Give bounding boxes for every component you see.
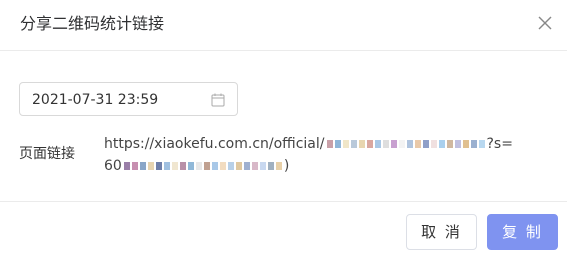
page-link-text[interactable]: https://xiaokefu.com.cn/official/ ?s= 60… (104, 133, 554, 177)
link-line1-prefix: https://xiaokefu.com.cn/official/ (104, 136, 325, 152)
calendar-icon (211, 92, 225, 107)
footer-divider (0, 201, 567, 202)
redacted-link-part (123, 160, 284, 172)
dialog-title: 分享二维码统计链接 (20, 14, 165, 33)
dialog-header: 分享二维码统计链接 (0, 0, 567, 51)
page-link-label: 页面链接 (19, 146, 75, 162)
copy-button[interactable]: 复 制 (487, 214, 558, 250)
link-line2-suffix: ) (283, 158, 290, 174)
close-icon[interactable] (536, 14, 554, 32)
link-line2-prefix: 60 (104, 158, 122, 174)
cancel-button[interactable]: 取 消 (406, 214, 477, 250)
link-line1-suffix: ?s= (486, 136, 513, 152)
redacted-link-part (326, 138, 487, 150)
date-value: 2021-07-31 23:59 (32, 92, 159, 108)
expiry-date-picker[interactable]: 2021-07-31 23:59 (19, 82, 238, 116)
